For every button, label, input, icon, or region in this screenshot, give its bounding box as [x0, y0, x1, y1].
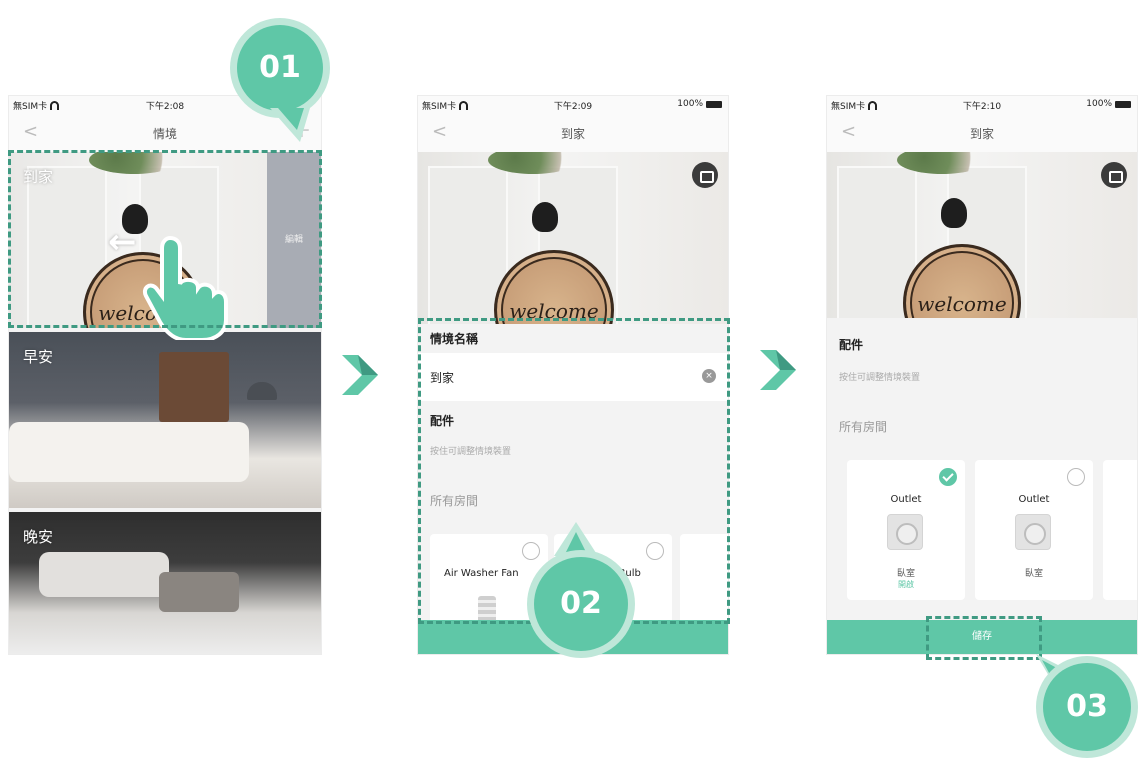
outlet-icon — [887, 514, 923, 550]
accessory-card[interactable] — [1103, 460, 1137, 600]
page-title: 到家 — [560, 127, 585, 141]
status-bar: 無SIM卡 下午2:10 100% — [827, 96, 1137, 114]
camera-icon[interactable] — [692, 162, 718, 188]
scene-card-night[interactable]: 晚安 — [9, 512, 321, 654]
accessory-card[interactable]: Outlet 臥室 — [975, 460, 1093, 600]
select-radio[interactable] — [1067, 468, 1085, 486]
page-title: 到家 — [969, 127, 994, 141]
marker-pointer-icon — [270, 108, 310, 142]
pillow-image — [159, 572, 239, 612]
accessory-name: Outlet — [890, 494, 922, 505]
step-marker-03: 03 — [1036, 656, 1138, 758]
scene-label-night: 晚安 — [23, 528, 54, 546]
scene-photo: welcome — [827, 152, 1137, 318]
accessory-card[interactable]: Outlet 臥室 開啟 — [847, 460, 965, 600]
bed-pillows-image — [9, 422, 249, 482]
battery-indicator: 100% — [1086, 99, 1131, 109]
scene-label-morning: 早安 — [23, 348, 54, 366]
checked-radio-icon[interactable] — [939, 468, 957, 486]
accessories-hint: 按住可調整情境裝置 — [839, 373, 921, 383]
outlet-icon — [1015, 514, 1051, 550]
scene-photo: welcome — [418, 152, 728, 324]
next-step-chevron-icon — [760, 350, 796, 390]
battery-icon — [706, 100, 722, 108]
accessory-name: Outlet — [1018, 494, 1050, 505]
step-marker-01: 01 — [230, 18, 330, 118]
phone-screen-select-accessories: 無SIM卡 下午2:10 100% < 到家 welcome 配件 按住可調整情… — [826, 95, 1138, 655]
lamp-image — [247, 382, 277, 400]
status-bar: 無SIM卡 下午2:09 100% — [418, 96, 728, 114]
accessory-room: 臥室 — [896, 569, 915, 579]
headboard-image — [159, 352, 229, 422]
highlight-swipe-area — [8, 150, 322, 328]
accessory-status: 開啟 — [898, 580, 914, 589]
door-knocker-image — [532, 202, 558, 232]
nav-bar: < 到家 — [827, 114, 1137, 152]
camera-icon[interactable] — [1101, 162, 1127, 188]
nav-bar: < 到家 — [418, 114, 728, 152]
highlight-save-button — [926, 616, 1042, 660]
step-marker-02: 02 — [527, 550, 635, 658]
accessories-heading: 配件 — [839, 338, 864, 352]
pillow-image — [39, 552, 169, 597]
accessory-room: 臥室 — [1024, 569, 1043, 579]
scene-card-morning[interactable]: 早安 — [9, 332, 321, 508]
door-knocker-image — [941, 198, 967, 228]
next-step-chevron-icon — [342, 355, 378, 395]
battery-icon — [1115, 100, 1131, 108]
rooms-filter[interactable]: 所有房間 — [839, 418, 887, 435]
battery-indicator: 100% — [677, 99, 722, 109]
